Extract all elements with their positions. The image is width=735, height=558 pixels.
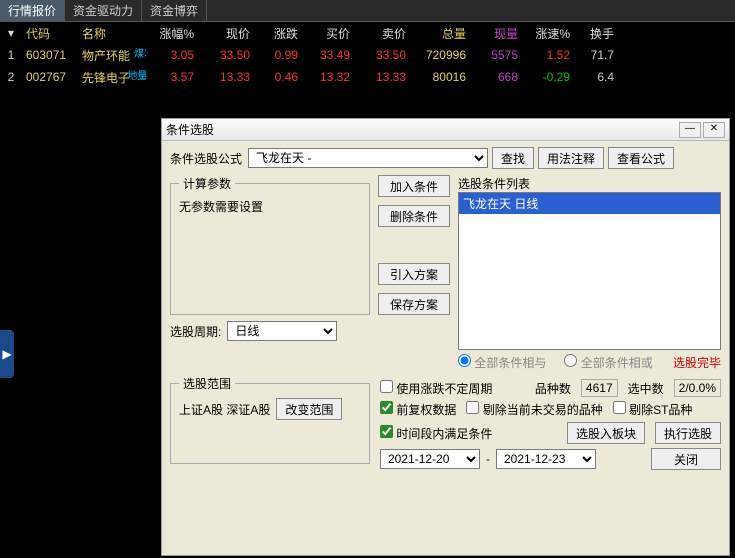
stock-tag: 煤炭概念 (134, 47, 146, 60)
top-tabs: 行情报价 资金驱动力 资金博弈 (0, 0, 735, 22)
cell-vol: 720996 (410, 48, 470, 62)
left-expand-handle[interactable]: ▶ (0, 330, 14, 378)
condition-stock-dialog: 条件选股 — ✕ 条件选股公式 飞龙在天 - 查找 用法注释 查看公式 计算参数… (161, 118, 730, 556)
cell-sell: 33.50 (354, 48, 410, 62)
radio-or[interactable]: 全部条件相或 (564, 354, 652, 371)
col-spd[interactable]: 涨速% (522, 25, 574, 42)
col-code[interactable]: 代码 (22, 25, 78, 42)
date-to-combo[interactable]: 2021-12-23 (496, 449, 596, 469)
radio-and[interactable]: 全部条件相与 (458, 354, 546, 371)
formula-label: 条件选股公式 (170, 150, 242, 167)
tab-funds-drive[interactable]: 资金驱动力 (65, 0, 142, 21)
table-header: ▾ 代码 名称 涨幅% 现价 涨跌 买价 卖价 总量 现量 涨速% 换手 (0, 22, 735, 44)
tab-funds-game[interactable]: 资金博弈 (142, 0, 207, 21)
period-combo[interactable]: 日线 (227, 321, 337, 341)
selection-done-label: 选股完毕 (673, 354, 721, 371)
col-name[interactable]: 名称 (78, 25, 146, 42)
date-sep: - (486, 452, 490, 466)
usage-button[interactable]: 用法注释 (538, 147, 604, 169)
col-buy[interactable]: 买价 (302, 25, 354, 42)
minimize-button[interactable]: — (679, 122, 701, 138)
hit-label: 选中数 (628, 380, 664, 397)
change-scope-button[interactable]: 改变范围 (276, 398, 342, 420)
cell-code: 002767 (22, 70, 78, 84)
cell-vol: 80016 (410, 70, 470, 84)
dialog-title: 条件选股 (166, 121, 677, 138)
chk-undef-period[interactable]: 使用涨跌不定周期 (380, 380, 492, 397)
scope-fieldset: 选股范围 上证A股 深证A股 改变范围 (170, 375, 370, 464)
params-legend: 计算参数 (179, 175, 235, 192)
col-now[interactable]: 现价 (198, 25, 254, 42)
count-value: 4617 (581, 379, 618, 397)
formula-combo[interactable]: 飞龙在天 - (248, 148, 488, 168)
chk-time-range[interactable]: 时间段内满足条件 (380, 425, 492, 442)
stock-tag: 地量比615 (127, 69, 146, 82)
period-label: 选股周期: (170, 323, 221, 340)
params-fieldset: 计算参数 无参数需要设置 (170, 175, 370, 315)
cell-cur: 5575 (470, 48, 522, 62)
cell-spd: 1.52 (522, 48, 574, 62)
find-button[interactable]: 查找 (492, 147, 534, 169)
delete-condition-button[interactable]: 删除条件 (378, 205, 450, 227)
col-sell[interactable]: 卖价 (354, 25, 410, 42)
cell-sell: 13.33 (354, 70, 410, 84)
cell-buy: 33.49 (302, 48, 354, 62)
cell-name: 物产环能煤炭概念 (78, 47, 146, 64)
cell-cur: 668 (470, 70, 522, 84)
cell-chg: 0.99 (254, 48, 302, 62)
cell-now: 13.33 (198, 70, 254, 84)
cell-chg: 0.46 (254, 70, 302, 84)
col-chg[interactable]: 涨跌 (254, 25, 302, 42)
close-x-button[interactable]: ✕ (703, 122, 725, 138)
cell-buy: 13.32 (302, 70, 354, 84)
params-none-text: 无参数需要设置 (179, 198, 361, 215)
sort-icon[interactable]: ▾ (0, 26, 22, 40)
to-block-button[interactable]: 选股入板块 (567, 422, 645, 444)
col-turn[interactable]: 换手 (574, 25, 618, 42)
scope-legend: 选股范围 (179, 375, 235, 392)
close-button[interactable]: 关闭 (651, 448, 721, 470)
col-vol[interactable]: 总量 (410, 25, 470, 42)
chk-excl-st[interactable]: 剔除ST品种 (613, 401, 693, 418)
table-row[interactable]: 1603071物产环能煤炭概念3.0533.500.9933.4933.5072… (0, 44, 735, 66)
table-row[interactable]: 2002767先锋电子地量比6153.5713.330.4613.3213.33… (0, 66, 735, 88)
cell-now: 33.50 (198, 48, 254, 62)
hit-value: 2/0.0% (674, 379, 721, 397)
execute-button[interactable]: 执行选股 (655, 422, 721, 444)
condition-listbox[interactable]: 飞龙在天 日线 (458, 192, 721, 350)
cell-code: 603071 (22, 48, 78, 62)
col-cur[interactable]: 现量 (470, 25, 522, 42)
cell-name: 先锋电子地量比615 (78, 69, 146, 86)
save-plan-button[interactable]: 保存方案 (378, 293, 450, 315)
count-label: 品种数 (535, 380, 571, 397)
col-pct[interactable]: 涨幅% (146, 25, 198, 42)
cell-pct: 3.05 (146, 48, 198, 62)
import-plan-button[interactable]: 引入方案 (378, 263, 450, 285)
cell-turn: 71.7 (574, 48, 618, 62)
cell-turn: 6.4 (574, 70, 618, 84)
list-item[interactable]: 飞龙在天 日线 (459, 193, 720, 214)
chk-adj[interactable]: 前复权数据 (380, 401, 456, 418)
dialog-titlebar[interactable]: 条件选股 — ✕ (162, 119, 729, 141)
condition-list-legend: 选股条件列表 (458, 175, 721, 192)
chk-excl-notrade[interactable]: 剔除当前未交易的品种 (466, 401, 602, 418)
cell-spd: -0.29 (522, 70, 574, 84)
scope-text: 上证A股 深证A股 (179, 401, 270, 418)
date-from-combo[interactable]: 2021-12-20 (380, 449, 480, 469)
cell-pct: 3.57 (146, 70, 198, 84)
tab-quote[interactable]: 行情报价 (0, 0, 65, 21)
add-condition-button[interactable]: 加入条件 (378, 175, 450, 197)
view-formula-button[interactable]: 查看公式 (608, 147, 674, 169)
